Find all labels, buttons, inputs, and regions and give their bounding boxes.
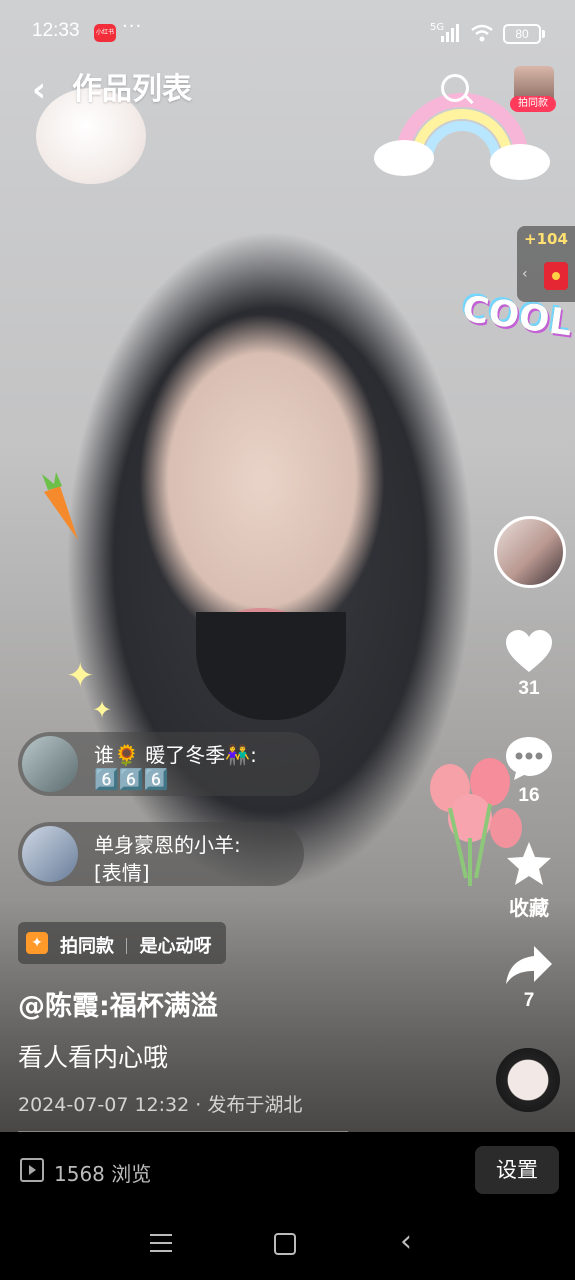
battery-indicator: 80 [503, 24, 545, 44]
share-arrow-icon [506, 946, 552, 984]
menu-icon[interactable] [150, 1234, 172, 1252]
chevron-left-icon[interactable]: ‹ [522, 266, 528, 282]
signal-icon [441, 24, 459, 42]
template-name: 是心动呀 [139, 936, 212, 957]
app-notification-icon: 小红书 [94, 24, 116, 42]
shoot-same-label[interactable]: 拍同款 [510, 96, 556, 112]
like-count: 31 [518, 678, 540, 699]
commenter-avatar[interactable] [22, 736, 78, 792]
commenter-avatar[interactable] [22, 826, 78, 882]
caption-author[interactable]: @陈霞:福杯满溢 [18, 984, 218, 1023]
sparkle-icon: ✦ [66, 656, 95, 696]
author-avatar[interactable] [494, 516, 566, 588]
red-packet-count: +104 [524, 230, 568, 248]
comment-username: 谁🌻 暖了冬季👫: [94, 743, 257, 767]
home-icon[interactable] [274, 1233, 296, 1255]
comment-count: 16 [518, 785, 540, 806]
sparkle-icon: ✦ [92, 696, 113, 724]
comment-bubble[interactable]: 谁🌻 暖了冬季👫: 6️⃣6️⃣6️⃣ [18, 732, 320, 796]
shoot-same-text: 拍同款 [60, 936, 114, 957]
wifi-icon [471, 24, 493, 42]
collect-label: 收藏 [509, 896, 549, 920]
comment-text: 6️⃣6️⃣6️⃣ [94, 767, 169, 791]
comment-button[interactable]: 16 [499, 735, 559, 807]
comment-icon [506, 737, 552, 780]
carrot-sticker [42, 472, 78, 540]
back-icon[interactable]: ‹ [32, 70, 46, 110]
star-icon [507, 842, 551, 885]
like-button[interactable]: 31 [499, 630, 559, 700]
chip-divider [126, 938, 128, 954]
publish-meta: 2024-07-07 12:32 · 发布于湖北 [18, 1094, 303, 1116]
view-count: 1568 浏览 [54, 1162, 152, 1186]
comment-bubble[interactable]: 单身蒙恩的小羊: [表情] [18, 822, 304, 886]
red-packet-icon[interactable] [544, 262, 568, 290]
caption-text: 看人看内心哦 [18, 1043, 169, 1072]
nav-back-icon[interactable]: ‹ [400, 1226, 412, 1258]
status-time: 12:33 [32, 20, 80, 41]
music-disc-icon[interactable] [496, 1048, 560, 1112]
comment-text: [表情] [94, 861, 150, 885]
sparkle-icon: ✦ [26, 932, 48, 954]
shoot-same-chip[interactable]: ✦ 拍同款 是心动呀 [18, 922, 226, 964]
share-button[interactable]: 7 [499, 944, 559, 1012]
heart-icon [506, 630, 552, 672]
collect-button[interactable]: 收藏 [499, 840, 559, 921]
search-icon[interactable] [441, 74, 469, 102]
share-count: 7 [523, 990, 535, 1011]
page-title: 作品列表 [72, 72, 192, 107]
comment-username: 单身蒙恩的小羊: [94, 833, 241, 857]
more-notifications-icon: ··· [122, 16, 143, 37]
play-icon [20, 1158, 44, 1182]
status-bar: 12:33 小红书 ··· 5G 80 [0, 0, 575, 66]
shoot-same-chip-label: 拍同款 是心动呀 [60, 932, 212, 958]
settings-button[interactable]: 设置 [475, 1146, 559, 1194]
